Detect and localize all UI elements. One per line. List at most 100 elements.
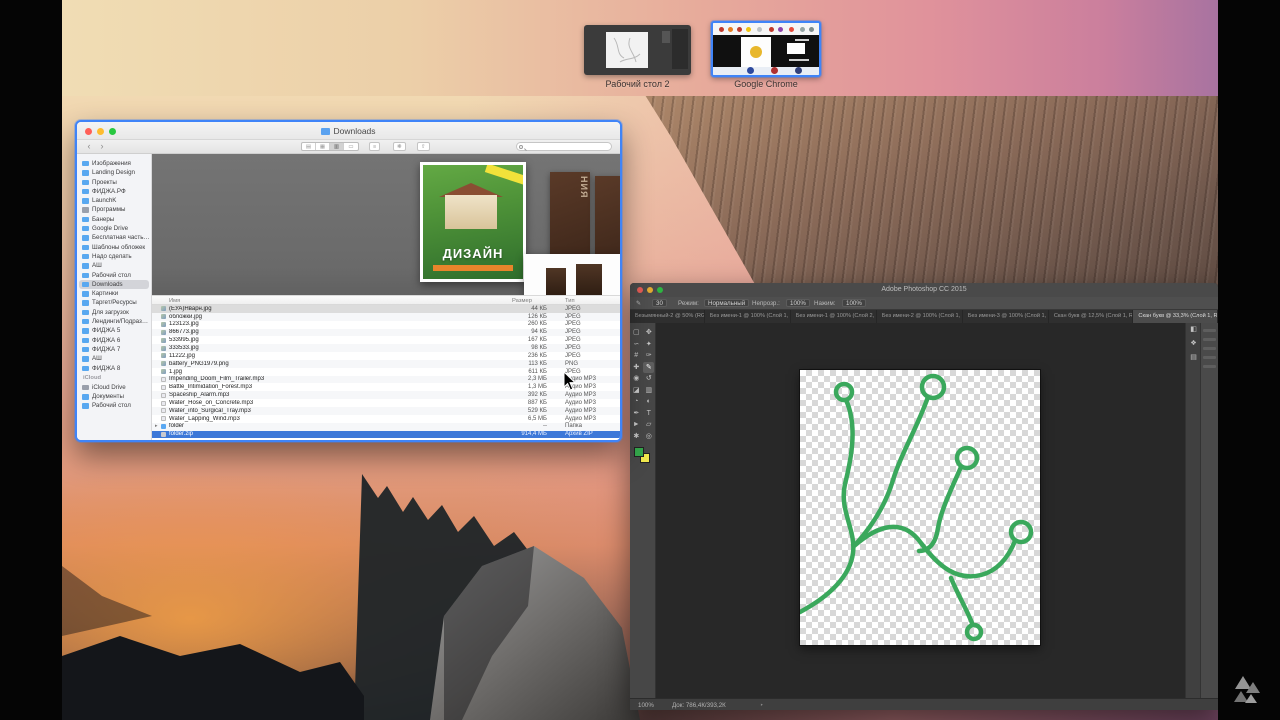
brush-preset-picker[interactable]: 30 xyxy=(652,299,667,307)
sidebar-item[interactable]: Лендинги/Подраз… xyxy=(77,317,151,326)
healing-brush-tool[interactable]: ✚ xyxy=(631,362,642,373)
document-tab[interactable]: Без имени-1 @ 100% (Слой 2, RGB/8)× xyxy=(790,310,877,323)
file-row[interactable]: 333533.jpg98 КБJPEG8 августа 2016 г., 23… xyxy=(152,344,620,353)
panel-color-icon[interactable]: ◧ xyxy=(1186,323,1201,337)
action-button[interactable]: ❋ xyxy=(393,142,406,151)
lasso-tool[interactable]: ∽ xyxy=(631,339,642,350)
rect-marquee-tool[interactable]: ▢ xyxy=(631,327,642,338)
folder-icon xyxy=(82,346,89,353)
sidebar-item[interactable]: iCloud Drive xyxy=(77,383,151,392)
finder-window[interactable]: Downloads ‹ › ▤ ▦ ▥ ▭ ≡ ❋ ⇧ Изображения Land… xyxy=(75,120,622,442)
file-row[interactable]: Spaceship_Alarm.mp3392 КБАудио MP38 авгу… xyxy=(152,391,620,400)
arrange-button[interactable]: ≡ xyxy=(369,142,381,151)
file-row[interactable]: Water_into_Surgical_Tray.mp3 529 КБ Аудио … xyxy=(152,406,620,415)
file-row[interactable]: 1.jpg611 КБJPEG8 августа 2016 г., 19:18 xyxy=(152,368,620,376)
file-row[interactable]: Impending_Doom_Film_Trailer.mp3 2,3 МБ Ауд… xyxy=(152,375,620,384)
disclosure-triangle-icon[interactable]: ▸ xyxy=(155,423,158,429)
shape-tool[interactable]: ▱ xyxy=(643,419,654,430)
canvas-area[interactable] xyxy=(656,323,1185,698)
sidebar-item[interactable]: Рабочий стол xyxy=(77,401,151,410)
eyedropper-tool[interactable]: ✑ xyxy=(643,350,654,361)
history-brush-tool[interactable]: ↺ xyxy=(643,373,654,384)
document-tab[interactable]: Без имени-3 @ 100% (Слой 1, RGB/8)× xyxy=(962,310,1049,323)
file-row[interactable]: Battle_Intimidation_Forest.mp3 1,3 МБ Ауди… xyxy=(152,383,620,391)
clone-stamp-tool[interactable]: ◉ xyxy=(631,373,642,384)
type-tool[interactable]: T xyxy=(643,408,654,419)
pen-tool[interactable]: ✒ xyxy=(631,408,642,419)
photoshop-titlebar[interactable]: Adobe Photoshop CC 2015 xyxy=(630,283,1218,297)
sidebar-item[interactable]: ФИДЖА 5 xyxy=(77,326,151,335)
file-row[interactable]: ▸folder--Папка8 августа 2016 г., 19:01 xyxy=(152,422,620,431)
sidebar-item[interactable]: АШ xyxy=(77,354,151,363)
search-input[interactable] xyxy=(516,142,612,151)
sidebar-item[interactable]: Landing Design xyxy=(77,168,151,177)
back-button[interactable]: ‹ xyxy=(83,141,95,152)
sidebar-item[interactable]: ФИДЖА 6 xyxy=(77,336,151,345)
forward-button[interactable]: › xyxy=(96,141,108,152)
brush-tool[interactable]: ✎ xyxy=(643,361,655,373)
sidebar-item[interactable]: Картинки xyxy=(77,289,151,298)
photoshop-window[interactable]: Adobe Photoshop CC 2015 ✎ 30 Режим: Норм… xyxy=(630,283,1218,710)
document-tab[interactable]: Без имени-1 @ 100% (Слой 1, RGB/8)× xyxy=(704,310,791,323)
flow-select[interactable]: 100% xyxy=(842,299,866,307)
sidebar-item[interactable]: ФИДЖА.РФ xyxy=(77,187,151,196)
coverflow-view[interactable]: НИЯ НИЯ НИЯ ДИЗАЙН (ЕУА)Нварн.jp xyxy=(152,154,620,295)
panel-layers-icon[interactable]: ▤ xyxy=(1186,351,1201,365)
opacity-select[interactable]: 100% xyxy=(786,299,810,307)
blur-tool[interactable]: ◔ xyxy=(631,396,642,407)
list-column-headers[interactable]: Имя Размер Тип Дата добавления xyxy=(152,295,620,305)
sidebar-item[interactable]: ФИДЖА 8 xyxy=(77,364,151,373)
zoom-level[interactable]: 100% xyxy=(638,702,654,709)
document-tab[interactable]: Скан букв @ 12,5% (Слой 1, RGB/8)× xyxy=(1048,310,1134,323)
move-tool[interactable]: ✥ xyxy=(643,327,654,338)
file-row[interactable]: (ЕУА)Нварн.jpg44 КБJPEG1 декабря 2016 г.… xyxy=(152,305,620,313)
sidebar-item[interactable]: Google Drive xyxy=(77,224,151,233)
crop-tool[interactable]: # xyxy=(631,350,642,361)
magic-wand-tool[interactable]: ✦ xyxy=(643,339,654,350)
sidebar-item[interactable]: Рабочий стол xyxy=(77,271,151,280)
space-thumbnail-desktop2[interactable] xyxy=(584,25,691,75)
file-row[interactable]: 866773.jpg94 КБJPEG8 августа 2016 г., 23… xyxy=(152,328,620,337)
view-mode-control[interactable]: ▤ ▦ ▥ ▭ xyxy=(301,142,359,151)
path-selection-tool[interactable]: ► xyxy=(631,419,642,430)
gradient-tool[interactable]: ▥ xyxy=(643,385,654,396)
document-tab[interactable]: Без имени-2 @ 100% (Слой 1, RGB/8)× xyxy=(876,310,963,323)
sidebar-item[interactable]: Программы xyxy=(77,205,151,214)
sidebar-item[interactable]: АШ xyxy=(77,261,151,270)
sidebar-item[interactable]: Шаблоны обложек xyxy=(77,243,151,252)
mode-select[interactable]: Нормальный xyxy=(704,299,750,307)
sidebar-item[interactable]: Проекты xyxy=(77,178,151,187)
foreground-color-swatch[interactable] xyxy=(634,447,644,457)
sidebar-item[interactable]: Downloads xyxy=(79,279,149,290)
dodge-tool[interactable]: ◐ xyxy=(643,396,654,407)
finder-titlebar[interactable]: Downloads xyxy=(77,122,620,140)
file-row[interactable]: 123123.jpg260 КБJPEG8 августа 2016 г., 2… xyxy=(152,321,620,329)
sidebar-item[interactable]: Банеры xyxy=(77,215,151,224)
share-button[interactable]: ⇧ xyxy=(417,142,430,151)
document-canvas[interactable] xyxy=(797,370,1040,645)
file-row[interactable]: обложки.jpg126 КБJPEG8 августа 2016 г., … xyxy=(152,312,620,321)
file-row[interactable]: Water_Hose_on_Concrete.mp3 887 КБ Аудио MP… xyxy=(152,399,620,407)
file-row[interactable]: 11222.jpg236 КБJPEG8 августа 2016 г., 23… xyxy=(152,352,620,360)
zoom-tool[interactable]: ◎ xyxy=(643,431,654,442)
sidebar-item[interactable]: Надо сделать xyxy=(77,252,151,261)
eraser-tool[interactable]: ◪ xyxy=(631,385,642,396)
file-row[interactable]: Water_Lapping_Wind.mp36,5 МБАудио MP38 а… xyxy=(152,415,620,423)
selected-cover[interactable]: ДИЗАЙН xyxy=(420,162,526,282)
sidebar-item[interactable]: Бесплатная часть… xyxy=(77,233,151,242)
file-row[interactable]: folder.zip914,4 МБАрхив ZIP8 августа 201… xyxy=(152,430,620,439)
file-row[interactable]: battery_PNG1979.png113 КБPNG8 августа 20… xyxy=(152,359,620,368)
sidebar-item[interactable]: LaunchK xyxy=(77,196,151,205)
document-tab[interactable]: Безымянный-2 @ 50% (RGB/8)× xyxy=(630,310,705,323)
panel-adjustments-icon[interactable]: ❖ xyxy=(1186,337,1201,351)
sidebar-item[interactable]: Изображения xyxy=(77,159,151,168)
document-tab[interactable]: Скан букв @ 33,3% (Слой 1, RGB/8)× xyxy=(1133,310,1218,323)
file-row[interactable]: 533995.jpg167 КБJPEG8 августа 2016 г., 2… xyxy=(152,336,620,344)
hand-tool[interactable]: ✱ xyxy=(631,431,642,442)
sidebar-item[interactable]: Документы xyxy=(77,392,151,401)
status-chevron-icon[interactable]: ‣ xyxy=(760,702,764,709)
sidebar-item[interactable]: Для загрузок xyxy=(77,308,151,317)
sidebar-item[interactable]: Таргет/Ресурсы xyxy=(77,298,151,307)
sidebar-item[interactable]: ФИДЖА 7 xyxy=(77,345,151,354)
space-thumbnail-chrome[interactable] xyxy=(711,21,821,77)
